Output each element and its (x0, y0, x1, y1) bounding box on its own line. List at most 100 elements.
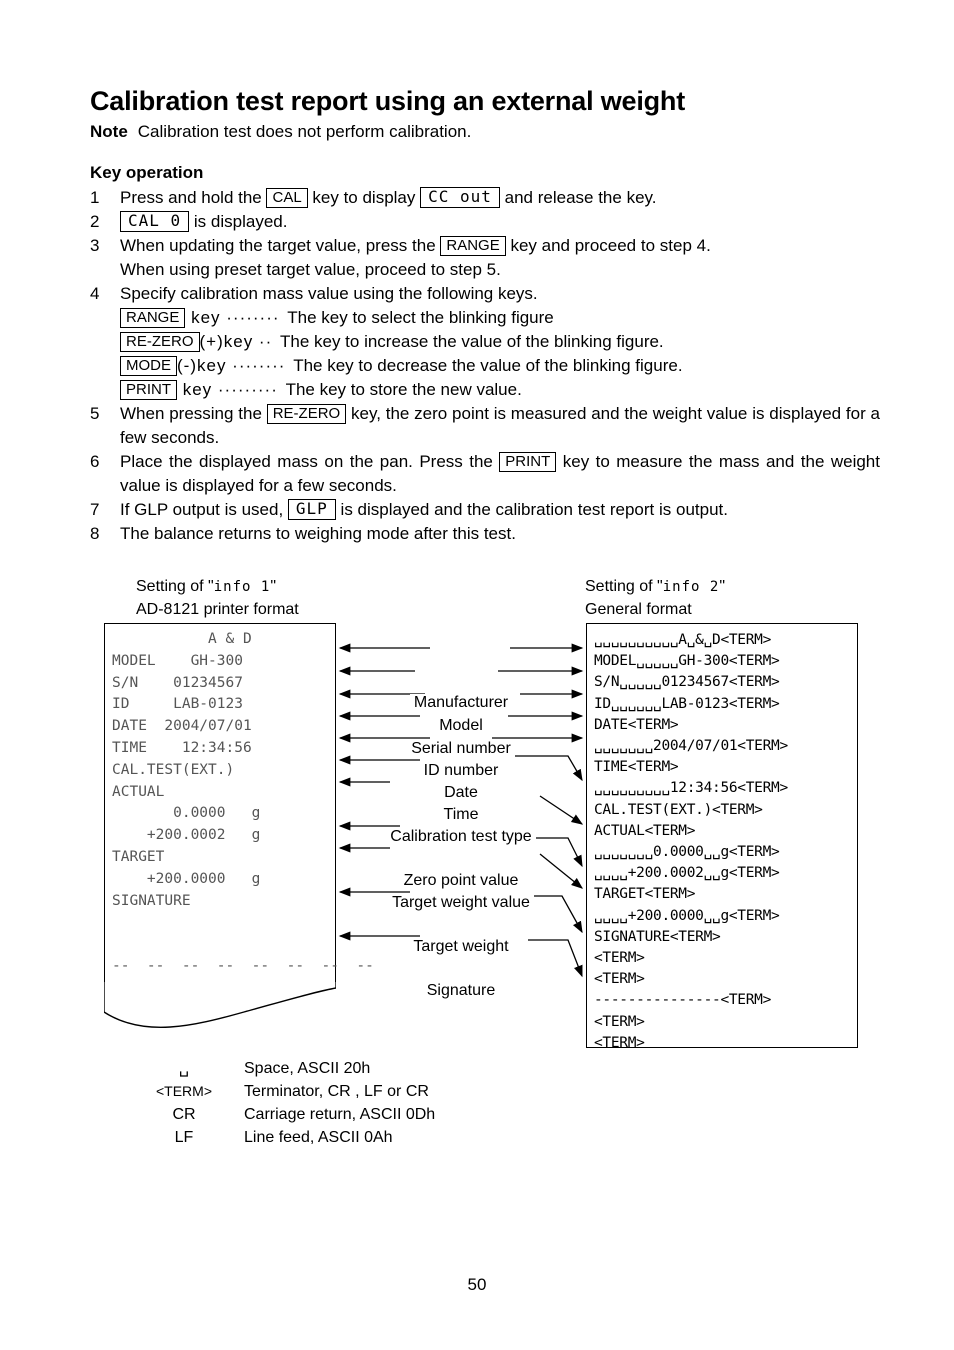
step-text: Place the displayed mass on the pan. Pre… (120, 452, 500, 471)
step-number: 7 (90, 500, 100, 519)
caption-segment-info-1: info 1 (213, 579, 271, 595)
step-text: is displayed. (189, 212, 288, 231)
step-number: 5 (90, 404, 100, 423)
key-description: The key to decrease the value of the bli… (293, 356, 683, 375)
step-text: When updating the target value, press th… (120, 236, 441, 255)
general-format-text: ␣␣␣␣␣␣␣␣␣␣A␣&␣D<TERM> MODEL␣␣␣␣␣GH-300<T… (594, 632, 788, 1051)
callout-manufacturer: Manufacturer (336, 694, 586, 712)
keycap-range[interactable]: RANGE (440, 236, 506, 256)
callout-calibration-test-type: Calibration test type (336, 828, 586, 846)
manual-page: Calibration test report using an externa… (0, 0, 954, 1350)
step-3-continuation: When using preset target value, proceed … (120, 260, 501, 279)
step-3: 3 When updating the target value, press … (90, 234, 880, 282)
left-panel-caption: Setting of "info 1" (136, 576, 276, 598)
lcd-glp: GLP (287, 499, 336, 520)
legend-row-term: <TERM> Terminator, CR , LF or CR (140, 1080, 435, 1103)
keycap-re-zero[interactable]: RE-ZERO (120, 332, 200, 352)
key-mid: (+)key ·· (199, 332, 278, 351)
step-body: Specify calibration mass value using the… (120, 284, 538, 303)
step-number: 8 (90, 524, 100, 543)
key-description: The key to store the new value. (285, 380, 522, 399)
callout-model: Model (336, 717, 586, 735)
page-number: 50 (467, 1275, 487, 1294)
caption-suffix: " (719, 578, 725, 595)
legend-symbol: <TERM> (155, 1083, 212, 1099)
callout-zero-point-value: Zero point value (336, 872, 586, 890)
keycap-mode[interactable]: MODE (120, 356, 177, 376)
note-row: Note Calibration test does not perform ca… (90, 122, 471, 142)
step-7: 7 If GLP output is used, GLP is displaye… (90, 498, 880, 522)
key-description: The key to select the blinking figure (287, 308, 554, 327)
step-1: 1 Press and hold the CAL key to display … (90, 186, 880, 210)
step-text: If GLP output is used, (120, 500, 288, 519)
page-title: Calibration test report using an externa… (90, 86, 685, 116)
legend-row-cr: CR Carriage return, ASCII 0Dh (140, 1103, 435, 1126)
key-mid: (-)key ········ (177, 356, 292, 375)
legend-symbol: ␣ (178, 1060, 190, 1077)
legend-row-space: ␣ Space, ASCII 20h (140, 1057, 435, 1080)
key-desc-mode: MODE (-)key ········ The key to decrease … (120, 354, 880, 378)
callout-text: Date (440, 784, 482, 801)
step-body: When pressing the RE-ZERO key, the zero … (120, 402, 880, 450)
printout-text: A & D MODEL GH-300 S/N 01234567 ID LAB-0… (112, 631, 374, 974)
callout-text: ID number (419, 762, 503, 779)
callout-id-number: ID number (336, 762, 586, 780)
caption-prefix: Setting of " (136, 578, 214, 595)
legend-row-lf: LF Line feed, ASCII 0Ah (140, 1126, 435, 1149)
report-format-diagram: Setting of "info 1" AD-8121 printer form… (0, 566, 954, 1066)
callout-text: Manufacturer (409, 694, 513, 711)
legend-symbol: CR (172, 1106, 196, 1123)
key-mid: key ········ (185, 308, 286, 327)
callout-signature: Signature (336, 982, 586, 1000)
key-desc-print: PRINT key ········· The key to store the… (120, 378, 880, 402)
key-desc-re-zero: RE-ZERO (+)key ·· The key to increase the… (120, 330, 880, 354)
callout-labels: Manufacturer Model Serial number ID numb… (336, 623, 586, 1013)
callout-text: Target weight value (388, 894, 534, 911)
callout-text: Model (435, 717, 487, 734)
step-number: 1 (90, 188, 100, 207)
step-body: When updating the target value, press th… (120, 234, 880, 258)
step-8: 8 The balance returns to weighing mode a… (90, 522, 880, 546)
caption-suffix: " (270, 578, 276, 595)
steps-list: 1 Press and hold the CAL key to display … (90, 186, 880, 546)
keycap-cal[interactable]: CAL (266, 188, 308, 208)
callout-text: Zero point value (399, 872, 523, 889)
note-label: Note (90, 122, 128, 141)
callout-target-weight-value: Target weight value (336, 894, 586, 912)
keycap-range[interactable]: RANGE (120, 308, 186, 328)
legend-symbol: LF (174, 1129, 194, 1146)
legend-description: Line feed, ASCII 0Ah (244, 1129, 393, 1146)
step-number: 3 (90, 236, 100, 255)
right-panel-caption-line2: General format (585, 601, 692, 618)
step-text-2: key to display (307, 188, 421, 207)
step-number: 2 (90, 212, 100, 231)
keycap-print[interactable]: PRINT (499, 452, 557, 472)
lcd-cc-out: CC out (420, 187, 500, 208)
legend-description: Space, ASCII 20h (244, 1060, 371, 1077)
right-panel-caption: Setting of "info 2" (585, 576, 725, 598)
callout-text: Target weight (409, 938, 513, 955)
callout-date: Date (336, 784, 586, 802)
step-6: 6 Place the displayed mass on the pan. P… (90, 450, 880, 498)
step-text-3: and release the key. (499, 188, 657, 207)
caption-segment-info-2: info 2 (662, 579, 720, 595)
step-number: 6 (90, 452, 100, 471)
keycap-print[interactable]: PRINT (120, 380, 177, 400)
step-body: CAL 0 is displayed. (120, 210, 880, 234)
general-format-box: ␣␣␣␣␣␣␣␣␣␣A␣&␣D<TERM> MODEL␣␣␣␣␣GH-300<T… (586, 623, 858, 1051)
lcd-cal-0: CAL 0 (120, 211, 190, 232)
caption-prefix: Setting of " (585, 578, 663, 595)
symbol-legend: ␣ Space, ASCII 20h <TERM> Terminator, CR ,… (140, 1057, 435, 1149)
step-5: 5 When pressing the RE-ZERO key, the zer… (90, 402, 880, 450)
step-body: If GLP output is used, GLP is displayed … (120, 498, 880, 522)
step-text-2: is displayed and the calibration test re… (335, 500, 728, 519)
callout-text: Serial number (407, 740, 515, 757)
step-2: 2 CAL 0 is displayed. (90, 210, 880, 234)
callout-text: Calibration test type (386, 828, 536, 845)
ad8121-printout: A & D MODEL GH-300 S/N 01234567 ID LAB-0… (104, 623, 374, 1028)
step-body: Press and hold the CAL key to display CC… (120, 186, 880, 210)
key-mid: key ········· (177, 380, 284, 399)
callout-text: Signature (422, 982, 500, 999)
keycap-re-zero[interactable]: RE-ZERO (266, 404, 347, 424)
section-heading-key-operation: Key operation (90, 163, 204, 182)
